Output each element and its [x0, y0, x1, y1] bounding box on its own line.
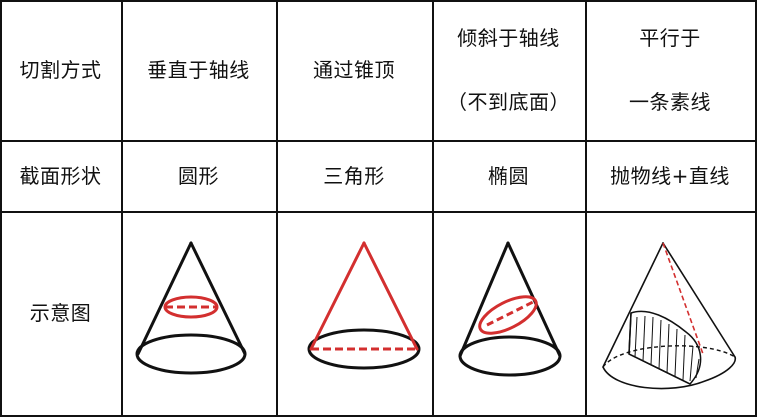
- row-header-shape: 截面形状: [19, 163, 102, 188]
- shape-cell-1: 圆形: [121, 140, 276, 211]
- method-label-3-line-2: （不到底面）: [447, 90, 570, 114]
- parabolic-section-outline: [628, 310, 702, 385]
- hatch-line-8: [689, 345, 694, 382]
- row-header-diagram-cell: 示意图: [0, 211, 121, 415]
- hatch-line-4: [658, 319, 662, 370]
- hatch-line-7: [682, 334, 686, 381]
- row-header-method: 切割方式: [19, 58, 102, 82]
- method-label-3-line-1: 倾斜于轴线: [457, 26, 560, 50]
- shape-label-2: 三角形: [323, 163, 385, 188]
- shape-label-3: 椭圆: [488, 163, 529, 188]
- method-cell-2: 通过锥顶: [276, 0, 432, 140]
- method-cell-4: 平行于 一条素线: [585, 0, 755, 140]
- generatrix-line: [662, 242, 704, 355]
- cone-horizontal-ellipse-section-icon: [135, 241, 247, 375]
- cone-base: [135, 333, 247, 375]
- row-header-shape-cell: 截面形状: [0, 140, 121, 211]
- method-label-2: 通过锥顶: [313, 58, 395, 82]
- cone-base: [458, 335, 562, 377]
- cone-cross-section-table: 切割方式 垂直于轴线 通过锥顶 倾斜于轴线 （不到底面） 平行于 一条素线 截面…: [0, 0, 757, 417]
- method-label-1: 垂直于轴线: [147, 58, 250, 82]
- parabolic-section-straight-edge: [628, 312, 632, 355]
- method-label-4-line-1: 平行于: [639, 26, 701, 50]
- cone-right-edge: [662, 242, 736, 358]
- cone-left-edge: [602, 242, 664, 368]
- method-stack-3: 倾斜于轴线 （不到底面）: [447, 28, 570, 112]
- cone-base-front: [602, 356, 737, 390]
- row-header-diagram: 示意图: [29, 301, 92, 325]
- oblique-section-back-dash: [486, 300, 534, 327]
- cone-oblique-ellipse-section-icon: [458, 241, 562, 377]
- shape-cell-2: 三角形: [276, 140, 432, 211]
- row-header-method-cell: 切割方式: [0, 0, 121, 140]
- hatch-line-1: [634, 316, 638, 358]
- shape-cell-4: 抛物线+直线: [585, 140, 755, 211]
- hatch-line-6: [674, 328, 678, 377]
- method-cell-3: 倾斜于轴线 （不到底面）: [432, 0, 585, 140]
- method-stack-4: 平行于 一条素线: [629, 28, 711, 112]
- cone-triangle-section-icon: [307, 241, 421, 370]
- hatch-line-3: [650, 316, 654, 366]
- shape-label-4: 抛物线+直线: [610, 163, 730, 188]
- method-cell-1: 垂直于轴线: [121, 0, 276, 140]
- cone-parabola-section-icon: [602, 242, 737, 390]
- hatch-line-2: [642, 315, 646, 362]
- hatch-line-5: [666, 323, 670, 374]
- shape-label-1: 圆形: [178, 163, 219, 188]
- shape-cell-3: 椭圆: [432, 140, 585, 211]
- method-label-4-line-2: 一条素线: [629, 90, 711, 114]
- cone-base-back: [602, 345, 736, 368]
